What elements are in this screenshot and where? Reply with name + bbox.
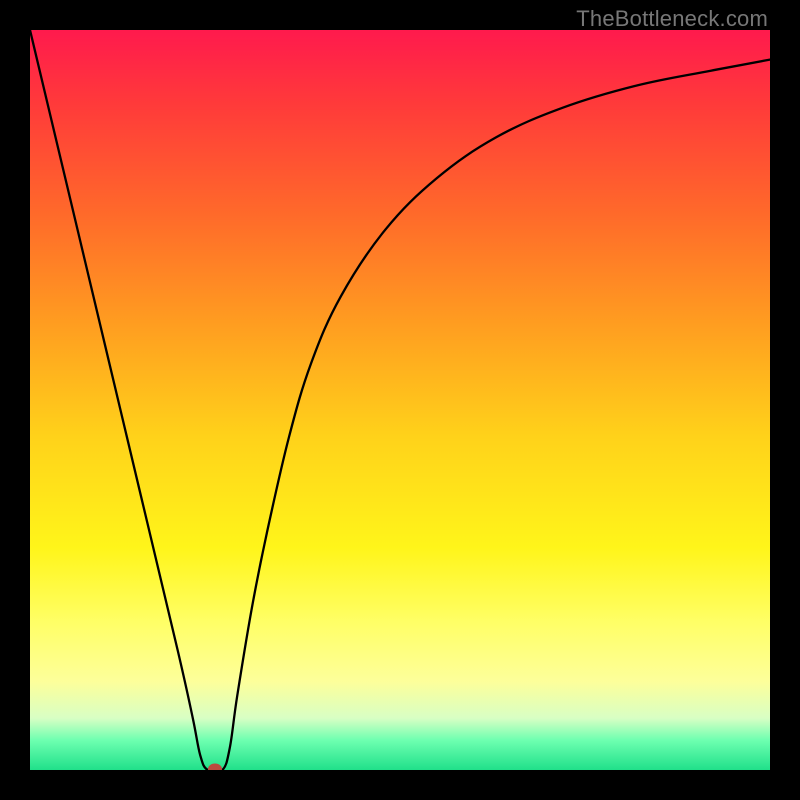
bottleneck-curve: [30, 30, 770, 770]
chart-frame: [30, 30, 770, 770]
watermark-text: TheBottleneck.com: [576, 6, 768, 32]
valley-marker: [208, 764, 222, 771]
